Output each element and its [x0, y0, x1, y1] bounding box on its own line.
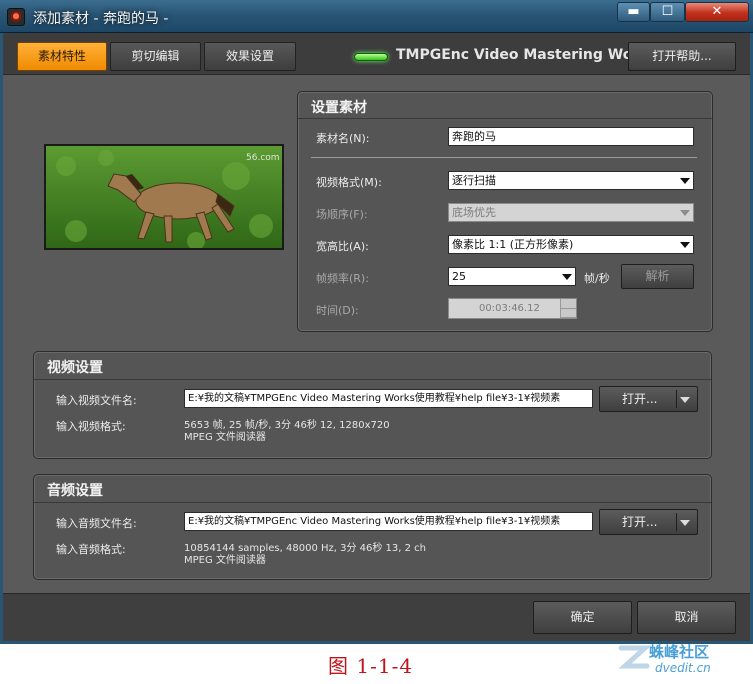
cancel-button[interactable]: 取消 — [637, 601, 736, 634]
divider — [676, 390, 677, 408]
video-open-button[interactable]: 打开... — [599, 386, 698, 412]
framerate-label: 帧频率(R): — [316, 272, 369, 285]
video-format-select[interactable]: 逐行扫描 — [448, 171, 694, 190]
minimize-button[interactable]: ▬ — [617, 2, 650, 22]
time-input[interactable]: 00:03:46.12 — [448, 298, 577, 319]
video-file-label: 输入视频文件名: — [56, 394, 137, 407]
window-title: 添加素材 - 奔跑的马 - — [33, 11, 169, 27]
aspect-ratio-value: 像素比 1:1 (正方形像素) — [452, 238, 574, 251]
audio-file-label: 输入音频文件名: — [56, 517, 137, 530]
chevron-down-icon[interactable] — [680, 520, 690, 526]
tab-effects[interactable]: 效果设置 — [204, 42, 296, 71]
time-label: 时间(D): — [316, 304, 359, 317]
audio-open-label: 打开... — [622, 515, 658, 529]
chevron-down-icon — [680, 178, 690, 184]
field-order-value: 底场优先 — [452, 206, 496, 219]
close-button[interactable]: ✕ — [685, 2, 749, 22]
preview-watermark: 56.com — [246, 153, 280, 163]
framerate-value: 25 — [452, 270, 466, 283]
video-format-info-line1: 5653 帧, 25 帧/秒, 3分 46秒 12, 1280x720 — [184, 420, 390, 431]
framerate-combo[interactable]: 25 — [448, 267, 576, 286]
app-icon[interactable] — [7, 8, 25, 26]
source-settings-heading: 设置素材 — [311, 100, 367, 116]
audio-settings-heading: 音频设置 — [47, 483, 103, 499]
ok-button[interactable]: 确定 — [533, 601, 632, 634]
chevron-down-icon — [680, 242, 690, 248]
video-format-info-label: 输入视频格式: — [56, 420, 126, 433]
tab-source-properties[interactable]: 素材特性 — [17, 42, 107, 71]
field-order-select[interactable]: 底场优先 — [448, 203, 694, 222]
site-watermark-name: 蛛峰社区 — [649, 643, 710, 661]
divider — [311, 157, 697, 158]
audio-format-info-line1: 10854144 samples, 48000 Hz, 3分 46秒 13, 2… — [184, 543, 427, 554]
video-settings-heading: 视频设置 — [47, 360, 103, 376]
video-format-label: 视频格式(M): — [316, 176, 382, 189]
divider — [298, 118, 712, 119]
video-file-input[interactable]: E:¥我的文稿¥TMPGEnc Video Mastering Works使用教… — [184, 389, 593, 408]
divider — [34, 502, 711, 503]
framerate-unit: 帧/秒 — [584, 272, 610, 285]
analyze-button[interactable]: 解析 — [621, 264, 694, 289]
aspect-ratio-label: 宽高比(A): — [316, 240, 369, 253]
audio-file-input[interactable]: E:¥我的文稿¥TMPGEnc Video Mastering Works使用教… — [184, 512, 593, 531]
field-order-label: 场顺序(F): — [316, 208, 368, 221]
horse-image: 56.com — [46, 146, 282, 248]
aspect-ratio-select[interactable]: 像素比 1:1 (正方形像素) — [448, 235, 694, 254]
video-preview: 56.com — [44, 144, 284, 250]
video-open-label: 打开... — [622, 392, 658, 406]
audio-format-info-line2: MPEG 文件阅读器 — [184, 555, 266, 566]
figure-caption: 图 1-1-4 — [328, 654, 414, 678]
chevron-down-icon — [680, 210, 690, 216]
chevron-down-icon — [562, 274, 572, 280]
status-led-icon — [354, 53, 388, 61]
audio-open-button[interactable]: 打开... — [599, 509, 698, 535]
site-watermark-url: dvedit.cn — [655, 661, 711, 675]
divider — [676, 513, 677, 531]
maximize-button[interactable]: ☐ — [650, 2, 685, 22]
time-spinner[interactable] — [560, 299, 576, 318]
site-logo-icon — [618, 645, 651, 669]
divider — [34, 379, 711, 380]
chevron-down-icon[interactable] — [680, 397, 690, 403]
time-value: 00:03:46.12 — [479, 303, 540, 314]
audio-format-info-label: 输入音频格式: — [56, 543, 126, 556]
source-name-input[interactable]: 奔跑的马 — [448, 127, 694, 146]
tab-cut-edit[interactable]: 剪切编辑 — [110, 42, 201, 71]
video-format-info-line2: MPEG 文件阅读器 — [184, 432, 266, 443]
open-help-button[interactable]: 打开帮助... — [628, 42, 736, 71]
source-name-label: 素材名(N): — [316, 132, 370, 145]
video-format-value: 逐行扫描 — [452, 174, 496, 187]
